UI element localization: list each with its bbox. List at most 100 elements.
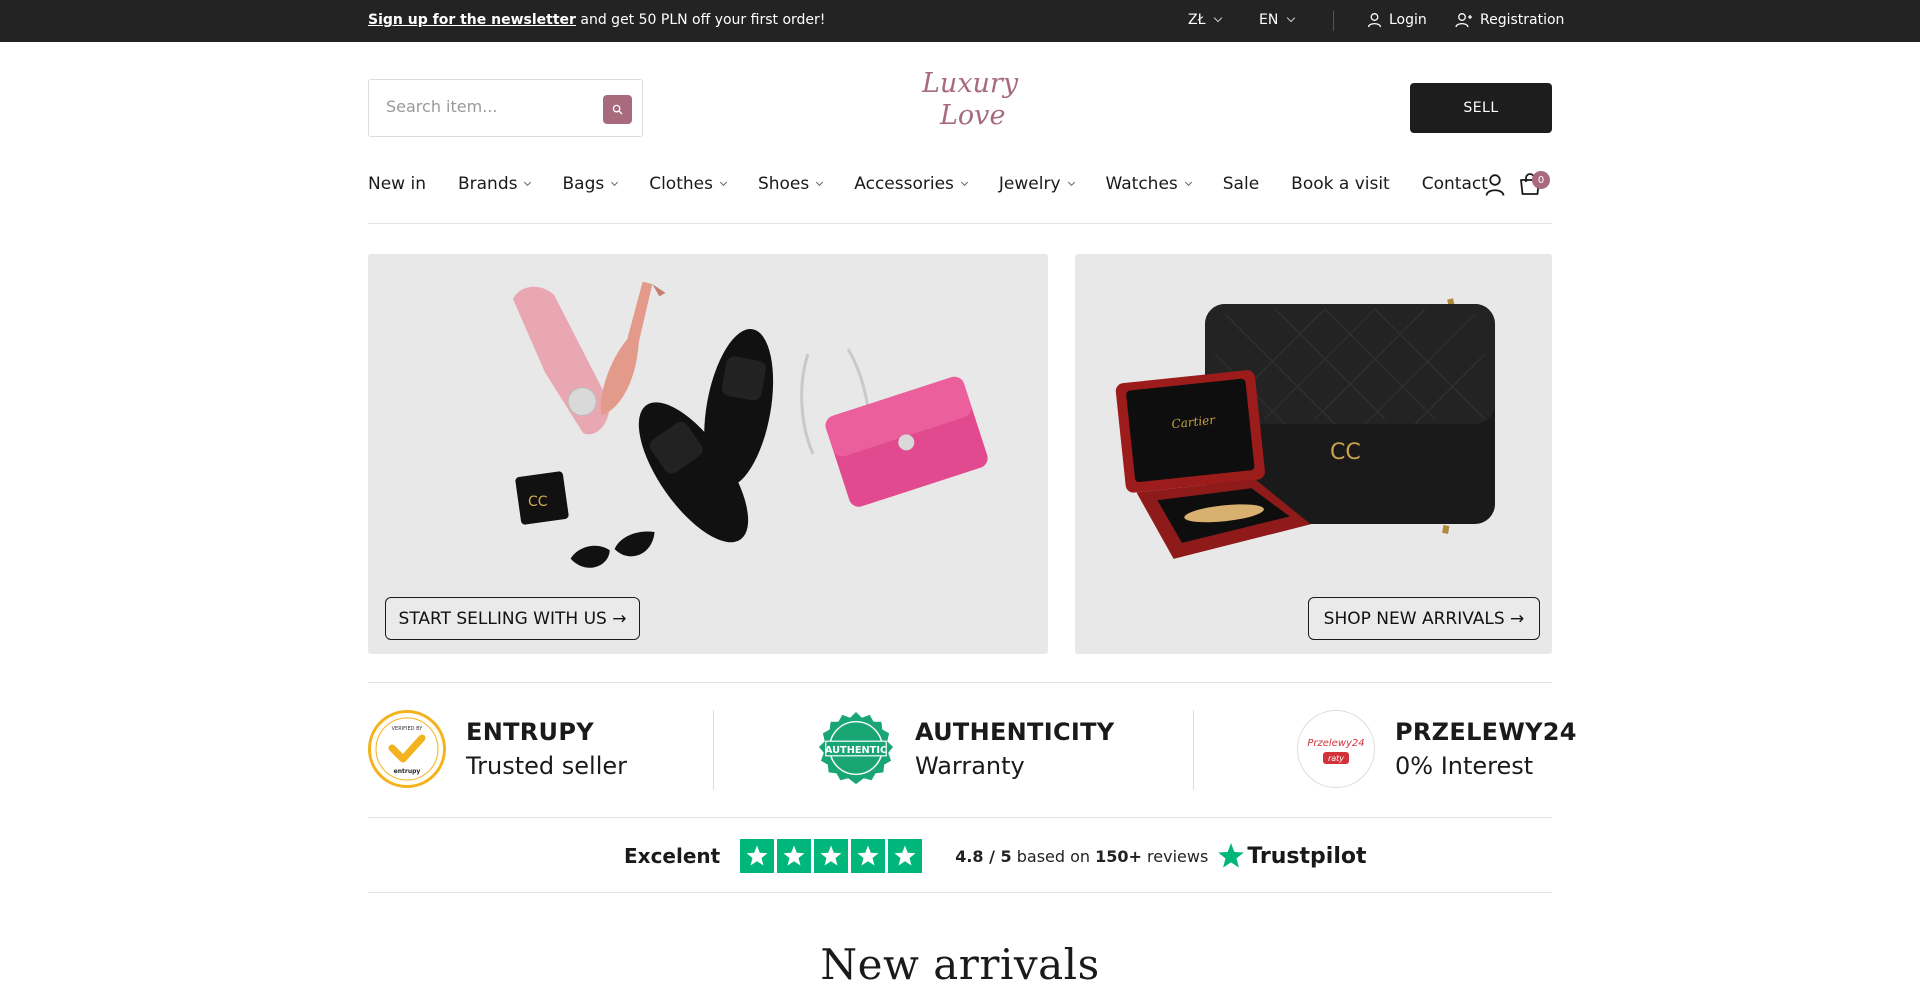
- badge-divider: [713, 710, 714, 790]
- banner-image-shoes-bag: CC: [368, 254, 1048, 654]
- badge-title: ENTRUPY: [466, 718, 594, 746]
- chevron-down-icon: [611, 178, 619, 186]
- przelewy24-badge: Przelewy24 raty PRZELEWY24 0% Interest: [1297, 710, 1577, 788]
- nav-item-label: Book a visit: [1291, 174, 1390, 194]
- rating-reviews-label: reviews: [1141, 846, 1209, 866]
- divider: [368, 817, 1552, 818]
- svg-text:VERIFIED BY: VERIFIED BY: [392, 726, 424, 732]
- user-plus-icon: [1455, 13, 1472, 28]
- nav-item-watches[interactable]: Watches: [1105, 174, 1192, 194]
- nav-item-shoes[interactable]: Shoes: [757, 174, 824, 194]
- cart-count-badge: 0: [1532, 171, 1550, 189]
- chevron-down-icon: [719, 178, 728, 186]
- registration-link[interactable]: Registration: [1455, 12, 1564, 28]
- svg-text:CC: CC: [1330, 440, 1361, 465]
- star-icon: [888, 839, 923, 873]
- user-icon: [1367, 13, 1382, 28]
- review-count: 150+: [1095, 846, 1142, 866]
- topbar-divider: [1333, 11, 1334, 31]
- nav-item-label: Contact: [1421, 174, 1488, 194]
- nav-item-clothes[interactable]: Clothes: [649, 174, 728, 194]
- registration-label: Registration: [1480, 12, 1565, 28]
- nav-item-jewelry[interactable]: Jewelry: [998, 174, 1075, 194]
- login-label: Login: [1389, 12, 1427, 28]
- rating-based-on: based on: [1011, 846, 1096, 866]
- svg-text:raty: raty: [1328, 754, 1344, 763]
- star-icon: [851, 839, 886, 873]
- sell-banner[interactable]: CC START SELLING WITH US →: [368, 254, 1048, 654]
- search-icon: [612, 104, 623, 115]
- svg-text:Przelewy24: Przelewy24: [1307, 738, 1364, 749]
- nav-item-contact[interactable]: Contact: [1422, 174, 1488, 194]
- star-icon: [814, 839, 849, 873]
- logo-text-luxury: Luxury: [922, 68, 1019, 99]
- przelewy24-icon: Przelewy24 raty: [1297, 710, 1375, 788]
- search-box: [368, 79, 643, 137]
- nav-item-label: Sale: [1222, 174, 1260, 194]
- newsletter-signup-link[interactable]: Sign up for the newsletter: [368, 12, 576, 28]
- language-selector[interactable]: EN: [1259, 12, 1296, 28]
- nav-item-accessories[interactable]: Accessories: [854, 174, 968, 194]
- nav-item-new-in[interactable]: New in: [368, 174, 426, 194]
- nav-item-label: Clothes: [649, 174, 713, 194]
- rating-word: Excelent: [624, 844, 721, 868]
- svg-text:CC: CC: [528, 494, 548, 510]
- chevron-down-icon: [960, 178, 968, 186]
- newsletter-promo-text: and get 50 PLN off your first order!: [575, 12, 826, 28]
- authentic-seal-icon: AUTHENTIC: [817, 710, 895, 788]
- nav-item-label: Jewelry: [998, 174, 1061, 194]
- currency-selector[interactable]: ZŁ: [1188, 12, 1223, 28]
- new-arrivals-banner[interactable]: CC Cartier SHOP NEW ARRIVALS →: [1075, 254, 1552, 654]
- trustpilot-logo: Trustpilot: [1217, 842, 1367, 870]
- nav-item-sale[interactable]: Sale: [1223, 174, 1259, 194]
- nav-item-label: Watches: [1105, 174, 1178, 194]
- login-link[interactable]: Login: [1367, 12, 1427, 28]
- star-icon: [740, 839, 775, 873]
- site-logo[interactable]: Luxury Love: [910, 64, 1018, 150]
- badge-subtitle: 0% Interest: [1395, 752, 1534, 780]
- trustpilot-star-icon: [1218, 843, 1245, 868]
- badge-subtitle: Warranty: [915, 752, 1025, 780]
- badge-divider: [1193, 710, 1194, 790]
- start-selling-button[interactable]: START SELLING WITH US →: [385, 597, 640, 640]
- badge-title: PRZELEWY24: [1395, 718, 1577, 746]
- chevron-down-icon: [1184, 178, 1192, 186]
- entrupy-verified-icon: VERIFIED BY entrupy: [368, 710, 446, 788]
- entrupy-badge: VERIFIED BY entrupy ENTRUPY Trusted sell…: [368, 710, 627, 788]
- chevron-down-icon: [1287, 13, 1296, 23]
- search-button[interactable]: [603, 95, 632, 124]
- chevron-down-icon: [1214, 13, 1223, 23]
- badge-title: AUTHENTICITY: [915, 718, 1115, 746]
- nav-item-label: Bags: [562, 174, 605, 194]
- trustpilot-brand-text: Trustpilot: [1247, 843, 1367, 869]
- divider: [368, 682, 1552, 683]
- nav-item-bags[interactable]: Bags: [562, 174, 619, 194]
- nav-item-label: New in: [368, 174, 426, 194]
- trustpilot-rating[interactable]: Excelent 4.8 / 5 based on 150+ reviews T…: [624, 838, 1367, 874]
- nav-item-label: Brands: [457, 174, 518, 194]
- search-input[interactable]: [386, 97, 586, 116]
- rating-score: 4.8 / 5: [955, 846, 1012, 866]
- rating-summary: 4.8 / 5 based on 150+ reviews: [955, 847, 1208, 866]
- nav-item-book-a-visit[interactable]: Book a visit: [1291, 174, 1390, 194]
- language-value: EN: [1259, 12, 1279, 28]
- nav-item-brands[interactable]: Brands: [457, 174, 532, 194]
- nav-item-label: Accessories: [854, 174, 954, 194]
- currency-value: ZŁ: [1188, 12, 1206, 28]
- svg-text:entrupy: entrupy: [394, 768, 421, 775]
- top-bar: Sign up for the newsletter and get 50 PL…: [0, 0, 1920, 42]
- nav-item-label: Shoes: [757, 174, 810, 194]
- rating-stars: [740, 839, 923, 873]
- shop-new-arrivals-button[interactable]: SHOP NEW ARRIVALS →: [1308, 597, 1540, 640]
- newsletter-promo: Sign up for the newsletter and get 50 PL…: [368, 12, 825, 28]
- sell-button[interactable]: SELL: [1410, 83, 1552, 133]
- account-icon[interactable]: [1484, 173, 1506, 197]
- banner-image-bag-bracelet: CC Cartier: [1075, 254, 1552, 654]
- chevron-down-icon: [1067, 178, 1075, 186]
- badge-subtitle: Trusted seller: [466, 752, 627, 780]
- star-icon: [777, 839, 812, 873]
- chevron-down-icon: [524, 178, 532, 186]
- logo-text-love: Love: [940, 100, 1006, 131]
- divider: [368, 223, 1552, 224]
- section-title: New arrivals: [820, 940, 1100, 989]
